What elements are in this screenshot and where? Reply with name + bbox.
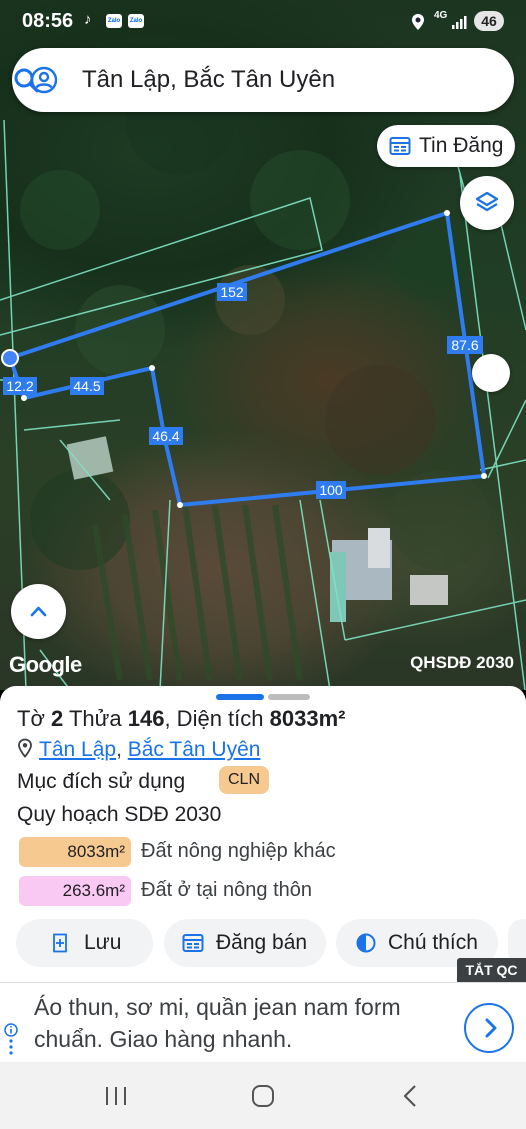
edge-label: 87.6 — [451, 337, 478, 353]
screen: 152 87.6 12.2 44.5 46.4 100 08:56 ♪ Zalo… — [0, 0, 526, 1129]
system-nav-bar — [0, 1062, 526, 1129]
parcel-title: Tờ 2 Thửa 146, Diện tích 8033m² — [17, 706, 345, 732]
parcel-area: 8033m² — [269, 706, 346, 731]
sheet-handle[interactable] — [268, 694, 310, 700]
location-status-icon — [412, 14, 424, 30]
ad-open-button[interactable] — [464, 1003, 514, 1053]
close-ad-button[interactable]: TẮT QC — [457, 958, 526, 982]
edge-label: 46.4 — [152, 428, 179, 444]
legend-icon — [356, 933, 376, 953]
ad-text[interactable]: Áo thun, sơ mi, quần jean nam form chuẩn… — [34, 991, 444, 1055]
home-icon[interactable] — [251, 1084, 275, 1108]
listings-button-label: Tin Đăng — [419, 134, 504, 157]
post-sale-button[interactable]: Đăng bán — [164, 919, 326, 967]
sheet-number: 2 — [51, 706, 64, 731]
edge-label: 12.2 — [6, 378, 33, 394]
save-button[interactable]: Lưu — [16, 919, 153, 967]
listing-icon — [182, 934, 204, 952]
district-link[interactable]: Bắc Tân Uyên — [128, 738, 261, 761]
legend-button-label: Chú thích — [388, 931, 478, 954]
back-icon[interactable] — [401, 1084, 419, 1108]
layers-button[interactable] — [460, 176, 514, 230]
bookmark-add-icon — [53, 933, 67, 953]
planning-land-type: Đất nông nghiệp khác — [141, 840, 336, 862]
google-logo: Google — [9, 652, 82, 677]
search-bar[interactable]: Tân Lập, Bắc Tân Uyên — [12, 48, 514, 112]
save-button-label: Lưu — [84, 931, 122, 954]
pin-icon — [18, 738, 32, 758]
title-prefix: Tờ — [17, 706, 45, 731]
search-icon[interactable] — [12, 66, 40, 94]
planning-title: Quy hoạch SDĐ 2030 — [17, 803, 222, 826]
parcel-location: Tân Lập, Bắc Tân Uyên — [17, 738, 260, 762]
chevron-up-icon — [30, 606, 47, 617]
purpose-label: Mục đích sử dụng — [17, 770, 186, 793]
planning-area-badge: 8033m² — [19, 837, 131, 867]
zalo-icon: Zalo — [106, 14, 122, 28]
ad-banner[interactable]: Áo thun, sơ mi, quần jean nam form chuẩn… — [0, 982, 526, 1062]
edge-label: 44.5 — [73, 378, 100, 394]
location-separator: , — [116, 738, 122, 761]
tiktok-icon: ♪ — [84, 11, 92, 28]
sheet-handle-active[interactable] — [216, 694, 264, 700]
layers-icon — [475, 191, 499, 212]
map-layer-label: QHSDĐ 2030 — [410, 653, 514, 672]
area-prefix: , Diện tích — [164, 706, 264, 731]
edge-label: 100 — [319, 482, 343, 498]
parcel-prefix: Thửa — [68, 706, 122, 731]
status-time: 08:56 — [22, 10, 74, 32]
expand-up-button[interactable] — [11, 584, 66, 639]
post-sale-button-label: Đăng bán — [216, 931, 308, 954]
network-type: 4G — [434, 10, 448, 21]
planning-land-type: Đất ở tại nông thôn — [141, 879, 313, 901]
listing-icon — [389, 137, 411, 155]
ad-info-icon[interactable] — [4, 1023, 18, 1037]
battery-badge: 46 — [474, 11, 504, 31]
search-query[interactable]: Tân Lập, Bắc Tân Uyên — [82, 66, 335, 94]
parcel-number: 146 — [127, 706, 165, 731]
zalo-icon: Zalo — [128, 14, 144, 28]
commune-link[interactable]: Tân Lập — [39, 738, 116, 761]
map-control-button[interactable] — [472, 354, 510, 392]
planning-area-badge: 263.6m² — [19, 876, 131, 906]
status-bar: 08:56 ♪ Zalo Zalo 4G 46 — [0, 0, 526, 44]
vertex-handle[interactable] — [1, 349, 19, 367]
chevron-right-icon — [485, 1018, 497, 1038]
ad-menu-icon[interactable] — [9, 1039, 13, 1055]
edge-label: 152 — [220, 284, 244, 300]
recents-icon[interactable] — [104, 1085, 128, 1107]
listings-button[interactable]: Tin Đăng — [377, 125, 515, 167]
satellite-map[interactable]: 152 87.6 12.2 44.5 46.4 100 08:56 ♪ Zalo… — [0, 0, 526, 690]
purpose-code-badge: CLN — [219, 766, 269, 794]
signal-icon — [452, 16, 467, 29]
